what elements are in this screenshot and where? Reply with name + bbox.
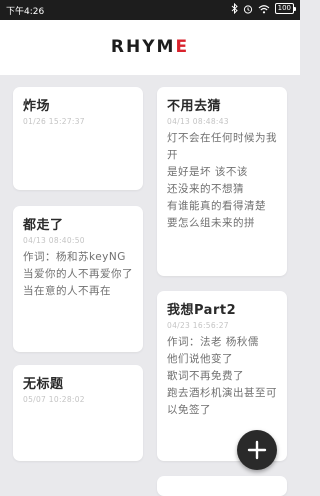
app-bar: RHYME [0,20,300,75]
bluetooth-icon [231,3,238,14]
note-card-untitled[interactable]: 无标题 05/07 10:28:02 [13,365,143,461]
app-logo: RHYME [0,37,300,57]
note-time: 04/13 08:48:43 [167,117,229,126]
battery-icon: 100 [274,3,297,14]
note-body: 作词：杨和苏keyNG 当爱你的人不再爱你了 当在意的人不再在 [23,251,133,297]
note-title: 都走了 [23,218,64,233]
note-title: 不用去猜 [167,99,222,114]
status-icons: 100 [231,3,297,14]
alarm-icon [243,4,252,14]
note-title: 炸场 [23,99,51,114]
plus-icon [247,440,267,460]
note-title: 我想Part2 [167,303,237,318]
note-card-douzoule[interactable]: 都走了 04/13 08:40:50 作词：杨和苏keyNG 当爱你的人不再爱你… [13,206,143,352]
status-bar: 下午4:26 100 [0,0,300,20]
note-card-buyongqucai[interactable]: 不用去猜 04/13 08:48:43 灯不会在任何时候为我开 是好是坏 该不该… [157,87,287,276]
note-time: 05/07 10:28:02 [23,395,85,404]
note-title: 无标题 [23,377,64,392]
app-title-main: RHYM [110,37,176,57]
note-body: 灯不会在任何时候为我开 是好是坏 该不该 还没来的不想猜 有谁能真的看得清楚 要… [167,132,277,229]
note-time: 01/26 15:27:37 [23,117,85,126]
note-body: 作词：法老 杨秋儒 他们说他变了 歌词不再免费了 跑去酒杉机演出甚至可以免签了 [167,336,277,416]
app-title-accent: E [175,37,190,57]
note-time: 04/23 16:56:27 [167,321,229,330]
note-card-partial[interactable] [157,476,287,496]
status-time: 下午4:26 [6,7,45,17]
note-card-zhachang[interactable]: 炸场 01/26 15:27:37 [13,87,143,190]
note-time: 04/13 08:40:50 [23,236,85,245]
wifi-icon [258,4,269,13]
add-note-button[interactable] [237,430,277,470]
